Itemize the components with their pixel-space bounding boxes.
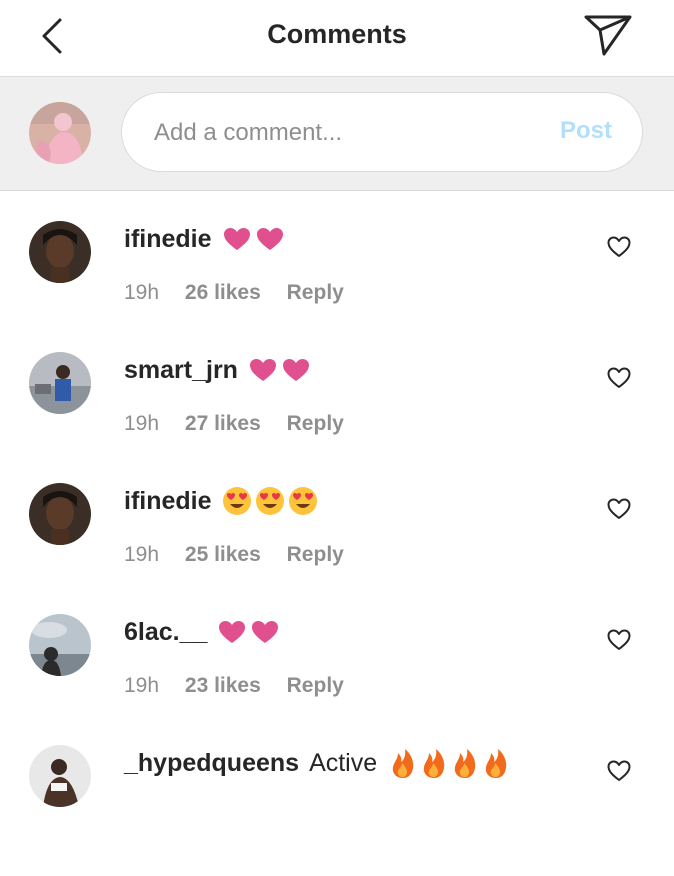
- comment-time: 19h: [124, 543, 160, 566]
- avatar[interactable]: [29, 745, 91, 807]
- like-button[interactable]: [607, 760, 631, 782]
- send-button[interactable]: [583, 12, 633, 58]
- comment-item: _hypedqueens Active: [0, 745, 674, 876]
- comment-username[interactable]: ifinedie: [124, 487, 212, 516]
- fire-emoji: [485, 749, 507, 778]
- avatar[interactable]: [29, 221, 91, 283]
- comment-meta: [124, 805, 184, 829]
- post-button[interactable]: Post: [560, 117, 612, 145]
- heart-outline-icon: [607, 367, 631, 388]
- comment-text-line: smart_jrn: [124, 352, 314, 388]
- comment-likes[interactable]: 27 likes: [185, 412, 261, 435]
- fire-emoji: [392, 749, 414, 778]
- comment-text: [222, 486, 321, 516]
- comment-item: ifinedie 19h 26 likes Reply: [0, 221, 674, 352]
- comment-meta: 19h 27 likes Reply: [124, 412, 364, 436]
- pink-heart-emoji: [223, 228, 250, 250]
- heart-eyes-emoji: [255, 487, 284, 515]
- heart-outline-icon: [607, 498, 631, 519]
- paper-plane-icon: [584, 15, 632, 56]
- comment-text-line: ifinedie: [124, 483, 321, 519]
- comment-text-line: ifinedie: [124, 221, 288, 257]
- comment-text-line: 6lac.__: [124, 614, 283, 650]
- comment-item: smart_jrn 19h 27 likes Reply: [0, 352, 674, 483]
- avatar[interactable]: [29, 352, 91, 414]
- like-button[interactable]: [607, 498, 631, 520]
- avatar[interactable]: [29, 614, 91, 676]
- comment-text: [217, 619, 283, 645]
- like-button[interactable]: [607, 236, 631, 258]
- comment-text: [248, 357, 314, 383]
- comment-likes[interactable]: 25 likes: [185, 543, 261, 566]
- comment-text-line: _hypedqueens Active: [124, 745, 513, 781]
- comment-composer: Post: [0, 77, 674, 191]
- comment-meta: 19h 23 likes Reply: [124, 674, 364, 698]
- pink-heart-emoji: [256, 228, 283, 250]
- like-button[interactable]: [607, 629, 631, 651]
- fire-emoji: [423, 749, 445, 778]
- comment-username[interactable]: ifinedie: [124, 225, 212, 254]
- comment-input[interactable]: [152, 93, 536, 173]
- comment-meta: 19h 26 likes Reply: [124, 281, 364, 305]
- like-button[interactable]: [607, 367, 631, 389]
- reply-button[interactable]: Reply: [287, 543, 344, 566]
- pink-heart-emoji: [252, 621, 279, 643]
- my-avatar: [29, 102, 91, 164]
- pink-heart-emoji: [219, 621, 246, 643]
- heart-outline-icon: [607, 629, 631, 650]
- comment-time: 19h: [124, 674, 160, 697]
- comment-item: 6lac.__ 19h 23 likes Reply: [0, 614, 674, 745]
- comment-body-text: Active: [309, 748, 378, 777]
- comment-item: ifinedie 19h 25 likes Reply: [0, 483, 674, 614]
- heart-outline-icon: [607, 236, 631, 257]
- comment-username[interactable]: _hypedqueens: [124, 749, 299, 778]
- pink-heart-emoji: [249, 359, 276, 381]
- comment-username[interactable]: smart_jrn: [124, 356, 238, 385]
- header-bar: Comments: [0, 0, 674, 77]
- pink-heart-emoji: [282, 359, 309, 381]
- heart-outline-icon: [607, 760, 631, 781]
- reply-button[interactable]: Reply: [287, 412, 344, 435]
- reply-button[interactable]: Reply: [287, 674, 344, 697]
- heart-eyes-emoji: [222, 487, 251, 515]
- comment-text: [222, 226, 288, 252]
- comment-likes[interactable]: 26 likes: [185, 281, 261, 304]
- comment-time: 19h: [124, 412, 160, 435]
- comment-likes[interactable]: 23 likes: [185, 674, 261, 697]
- comment-text: Active: [309, 747, 513, 779]
- comment-input-container: Post: [121, 92, 643, 173]
- comment-username[interactable]: 6lac.__: [124, 618, 207, 647]
- comment-time: 19h: [124, 281, 160, 304]
- reply-button[interactable]: Reply: [287, 281, 344, 304]
- comment-meta: 19h 25 likes Reply: [124, 543, 364, 567]
- page-title: Comments: [267, 19, 407, 49]
- avatar[interactable]: [29, 483, 91, 545]
- heart-eyes-emoji: [288, 487, 317, 515]
- fire-emoji: [454, 749, 476, 778]
